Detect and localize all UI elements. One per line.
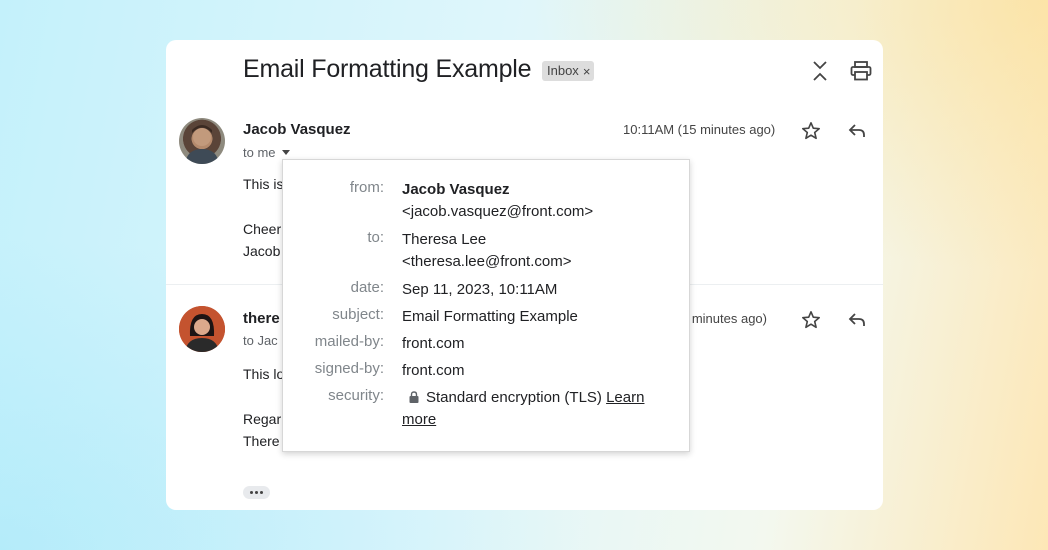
subject-label: subject:: [332, 306, 384, 323]
print-icon[interactable]: [850, 61, 872, 81]
body-line: This lo: [243, 366, 285, 382]
body-line: Jacob: [243, 243, 281, 259]
more-dots-icon: [250, 491, 253, 494]
reply-icon[interactable]: [847, 121, 867, 141]
avatar[interactable]: [179, 118, 225, 164]
lock-icon: [409, 391, 419, 403]
to-value: Theresa Lee <theresa.lee@front.com>: [402, 229, 672, 273]
avatar[interactable]: [179, 306, 225, 352]
timestamp: 10:11AM (15 minutes ago): [623, 122, 776, 137]
recipient-line[interactable]: to Jac: [243, 333, 278, 348]
to-name: Theresa Lee: [402, 231, 487, 248]
chevron-down-icon[interactable]: [281, 150, 290, 155]
body-line: This is: [243, 176, 284, 192]
subject-value: Email Formatting Example: [402, 308, 578, 325]
sender-name: Jacob Vasquez: [243, 121, 351, 138]
body-line: Cheer: [243, 221, 282, 237]
body-line: There: [243, 433, 280, 449]
from-value: Jacob Vasquez <jacob.vasquez@front.com>: [402, 179, 672, 223]
from-email: <jacob.vasquez@front.com>: [402, 203, 594, 220]
body-line: Regar: [243, 411, 282, 427]
security-label: security:: [328, 387, 384, 404]
message-details-popup: from: Jacob Vasquez <jacob.vasquez@front…: [282, 159, 690, 452]
mailed-by-label: mailed-by:: [314, 333, 384, 350]
date-label: date:: [350, 279, 384, 296]
recipient-text: to Jac: [243, 333, 278, 348]
date-value: Sep 11, 2023, 10:11AM: [402, 281, 558, 298]
mailed-by-value: front.com: [402, 335, 465, 352]
collapse-all-icon[interactable]: [811, 60, 829, 82]
star-icon[interactable]: [801, 310, 821, 330]
recipient-line[interactable]: to me: [243, 145, 290, 160]
security-value: Standard encryption (TLS) Learn more: [402, 387, 672, 431]
signed-by-label: signed-by:: [314, 360, 384, 377]
to-email: <theresa.lee@front.com>: [402, 253, 572, 270]
from-name: Jacob Vasquez: [402, 181, 510, 198]
recipient-text: to me: [243, 145, 276, 160]
inbox-label-chip[interactable]: Inbox ×: [542, 61, 595, 81]
from-label: from:: [349, 179, 384, 196]
star-icon[interactable]: [801, 121, 821, 141]
reply-icon[interactable]: [847, 310, 867, 330]
sender-name: there: [243, 310, 280, 327]
security-text: Standard encryption (TLS): [426, 389, 602, 406]
email-subject: Email Formatting Example: [243, 55, 532, 83]
label-text: Inbox: [547, 63, 579, 78]
remove-label-button[interactable]: ×: [583, 63, 591, 81]
timestamp: 2 minutes ago): [681, 311, 767, 326]
signed-by-value: front.com: [402, 362, 465, 379]
to-label: to:: [367, 229, 384, 246]
show-trimmed-content-button[interactable]: [243, 486, 270, 499]
